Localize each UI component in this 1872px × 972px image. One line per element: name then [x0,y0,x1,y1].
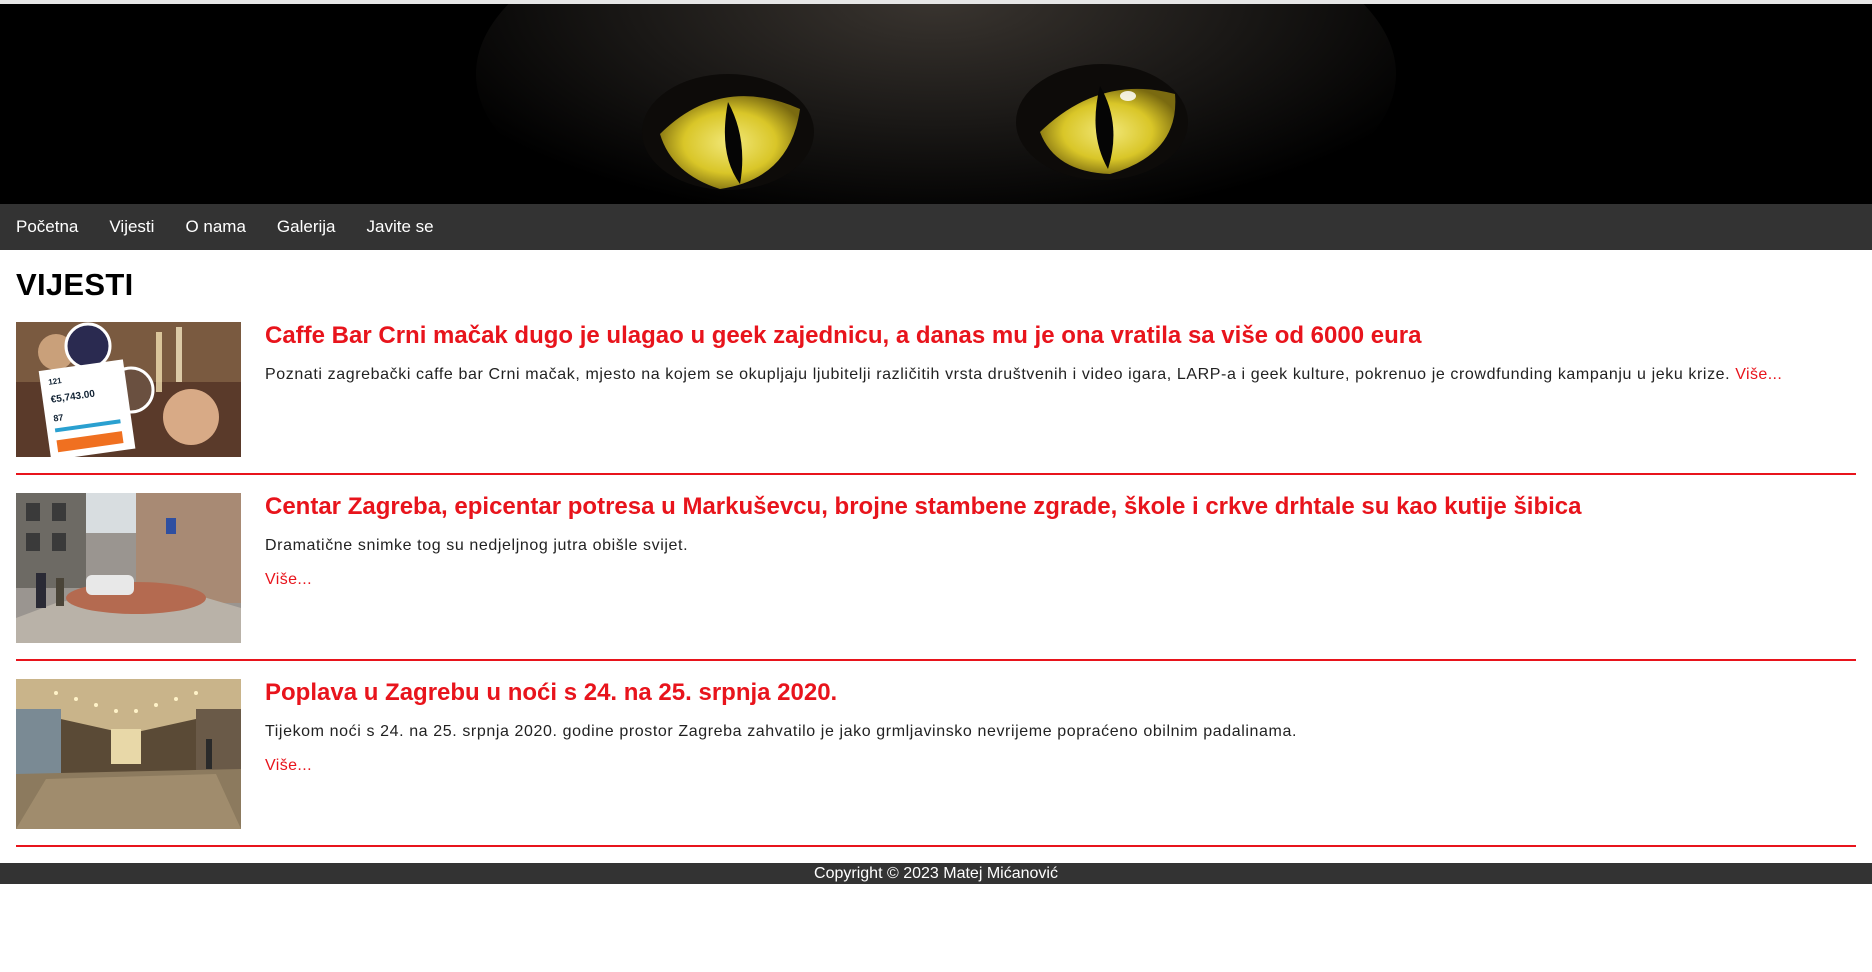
nav-item-galerija[interactable]: Galerija [277,204,336,250]
article-title[interactable]: Poplava u Zagrebu u noći s 24. na 25. sr… [265,679,1856,707]
earthquake-street-image [16,493,241,643]
read-more-link[interactable]: Više... [265,757,312,775]
page-footer: Copyright © 2023 Matej Mićanović [0,863,1872,884]
copyright-text: Copyright © 2023 Matej Mićanović [814,865,1058,882]
article-body: Poplava u Zagrebu u noći s 24. na 25. sr… [265,679,1856,829]
read-more-link[interactable]: Više... [265,571,312,589]
news-article: 121 €5,743.00 87 Caffe Bar Crni mačak du… [16,304,1856,475]
article-title[interactable]: Centar Zagreba, epicentar potresa u Mark… [265,493,1856,521]
news-article: Poplava u Zagrebu u noći s 24. na 25. sr… [16,661,1856,847]
read-more-wrapper: Više... [265,571,1856,589]
cat-eyes-banner-image [0,4,1872,204]
nav-item-javite-se[interactable]: Javite se [367,204,434,250]
header-banner [0,4,1872,204]
news-article: Centar Zagreba, epicentar potresa u Mark… [16,475,1856,661]
read-more-wrapper: Više... [265,757,1856,775]
flooded-underpass-image [16,679,241,829]
article-thumbnail[interactable] [16,679,241,829]
article-body: Caffe Bar Crni mačak dugo je ulagao u ge… [265,322,1856,457]
nav-item-vijesti[interactable]: Vijesti [109,204,154,250]
thumb-backers-text: 121 [48,376,63,387]
nav-item-pocetna[interactable]: Početna [16,204,78,250]
article-summary: Tijekom noći s 24. na 25. srpnja 2020. g… [265,723,1298,740]
article-title[interactable]: Caffe Bar Crni mačak dugo je ulagao u ge… [265,322,1856,350]
article-summary: Poznati zagrebački caffe bar Crni mačak,… [265,364,1856,386]
article-thumbnail[interactable] [16,493,241,643]
read-more-link[interactable]: Više... [1735,364,1782,386]
nav-item-o-nama[interactable]: O nama [185,204,245,250]
crowdfunding-party-image: 121 €5,743.00 87 [16,322,241,457]
article-body: Centar Zagreba, epicentar potresa u Mark… [265,493,1856,643]
article-thumbnail[interactable]: 121 €5,743.00 87 [16,322,241,457]
thumb-days-text: 87 [53,412,64,423]
main-content: VIJESTI 121 €5,743.00 87 Caffe Bar Crni … [0,250,1872,847]
article-summary-text: Poznati zagrebački caffe bar Crni mačak,… [265,366,1731,383]
page-title: VIJESTI [16,267,134,302]
article-summary: Dramatične snimke tog su nedjeljnog jutr… [265,537,689,554]
main-nav: Početna Vijesti O nama Galerija Javite s… [0,204,1872,250]
